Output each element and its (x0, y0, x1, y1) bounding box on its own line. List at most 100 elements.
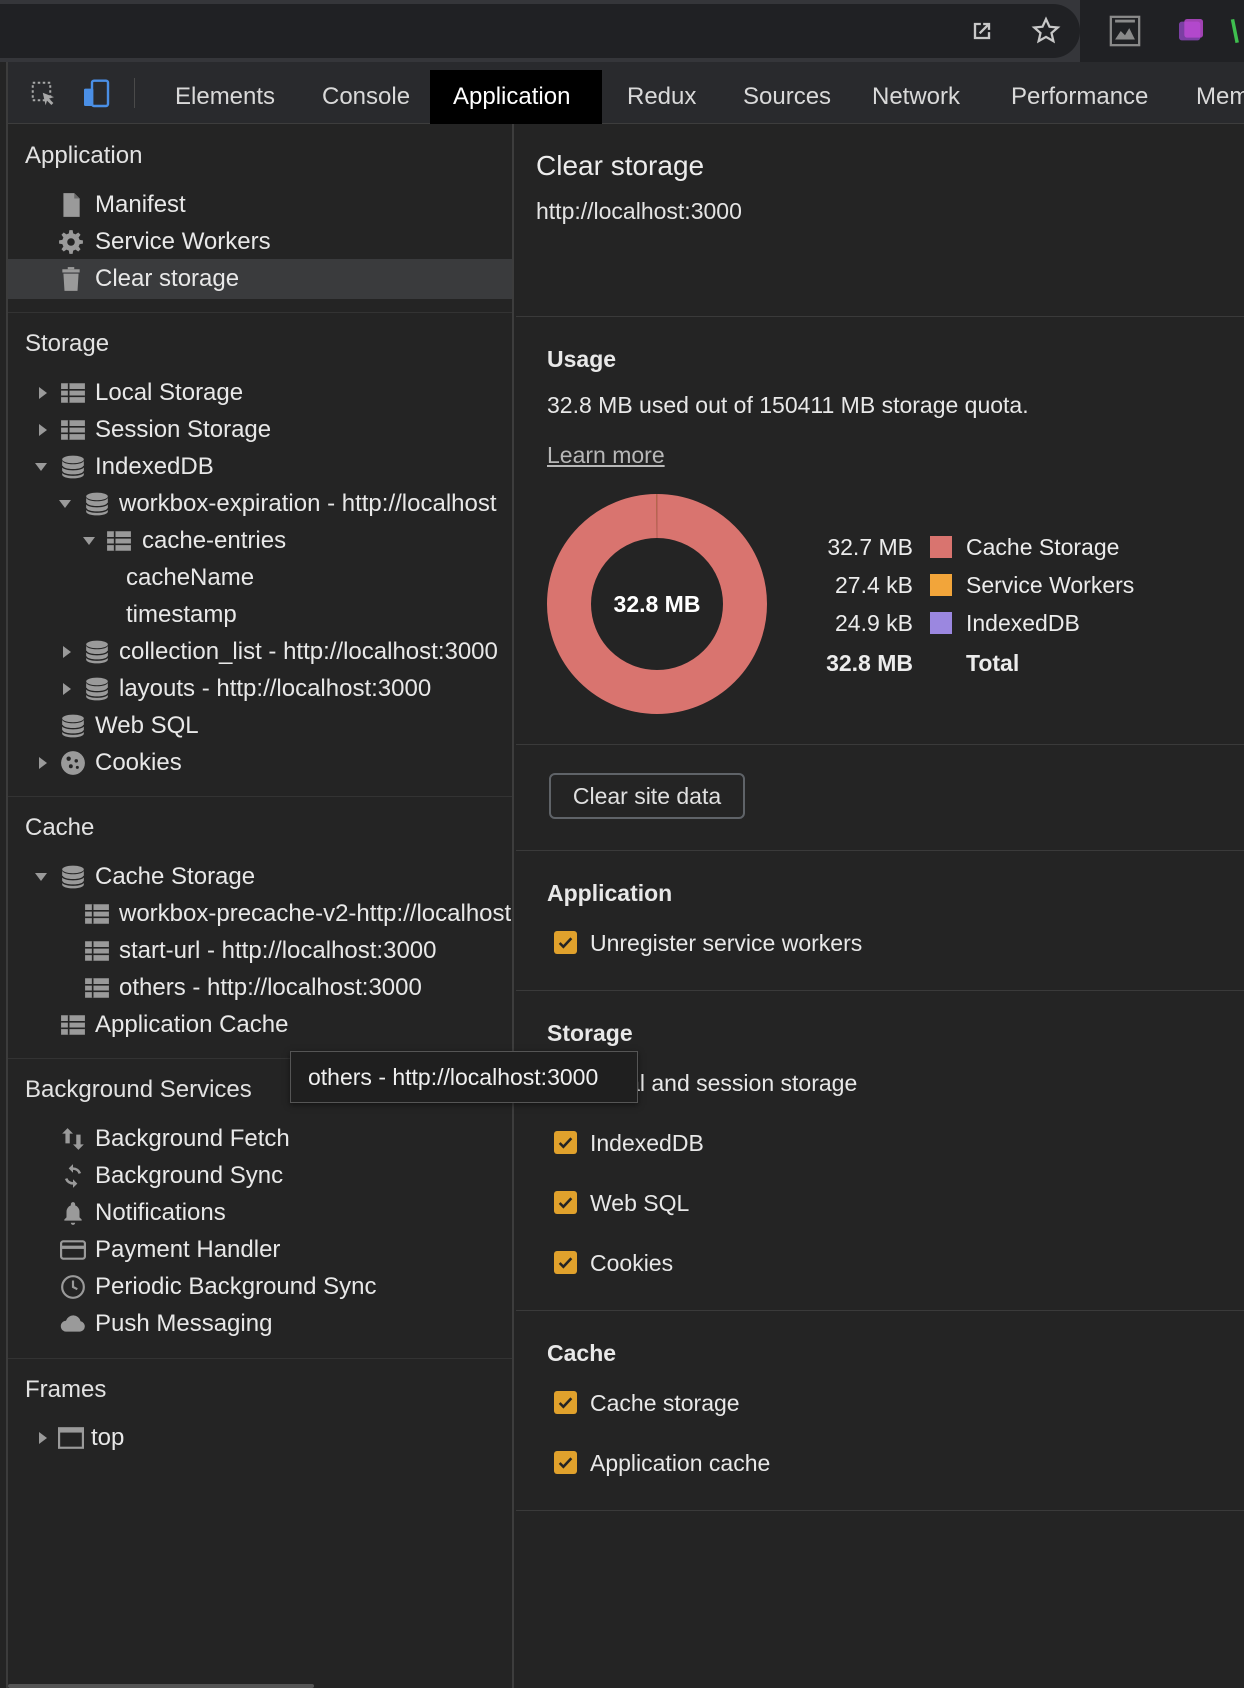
toolbar-separator (134, 78, 135, 108)
checkbox-checked-icon[interactable] (554, 931, 577, 954)
collapse-arrow-icon[interactable] (58, 484, 72, 524)
sidebar-item-clear-storage[interactable]: Clear storage (8, 259, 512, 299)
checkbox-checked-icon[interactable] (554, 1251, 577, 1274)
tab-network[interactable]: Network (849, 70, 983, 124)
open-in-new-icon[interactable] (965, 14, 999, 48)
extension-green-icon[interactable] (1228, 14, 1244, 48)
tab-redux[interactable]: Redux (604, 70, 719, 124)
expand-arrow-icon[interactable] (36, 743, 50, 783)
page-origin: http://localhost:3000 (536, 198, 742, 224)
checkbox-checked-icon[interactable] (554, 1131, 577, 1154)
legend-value: 27.4 kB (835, 572, 913, 598)
cookie-icon (61, 751, 85, 775)
section-divider (8, 1358, 512, 1359)
sidebar-item-cookies[interactable]: Cookies (8, 743, 512, 783)
sidebar-item-cachename[interactable]: cacheName (8, 558, 512, 598)
section-title-frames: Frames (25, 1376, 107, 1403)
sidebar-item-periodic-background-sync[interactable]: Periodic Background Sync (8, 1267, 512, 1307)
table-icon (85, 941, 109, 961)
database-icon (61, 455, 85, 479)
sidebar-item-indexeddb[interactable]: IndexedDB (8, 447, 512, 487)
legend-row-service-workers: 27.4 kB Service Workers (816, 568, 1244, 602)
expand-arrow-icon[interactable] (60, 632, 74, 672)
legend-value: 32.7 MB (827, 534, 913, 560)
sidebar-item-push-messaging[interactable]: Push Messaging (8, 1304, 512, 1344)
sidebar-item-workbox-precache[interactable]: workbox-precache-v2-http://localhost (8, 894, 512, 934)
collapse-arrow-icon[interactable] (34, 447, 48, 487)
learn-more-link[interactable]: Learn more (547, 442, 665, 469)
trash-icon (62, 267, 80, 291)
expand-arrow-icon[interactable] (36, 373, 50, 413)
horizontal-scrollbar[interactable] (8, 1684, 314, 1688)
sidebar-item-cache-entries[interactable]: cache-entries (8, 521, 512, 561)
document-icon (63, 193, 80, 217)
legend-name: Cache Storage (966, 534, 1120, 560)
database-icon (85, 640, 109, 664)
usage-summary: 32.8 MB used out of 150411 MB storage qu… (547, 392, 1029, 418)
page-title: Clear storage (536, 150, 705, 181)
clear-site-data-button[interactable]: Clear site data (549, 773, 745, 819)
sidebar-item-timestamp[interactable]: timestamp (8, 595, 512, 635)
database-icon (85, 492, 109, 516)
sidebar-item-others[interactable]: others - http://localhost:3000 (8, 968, 512, 1008)
sidebar-item-application-cache[interactable]: Application Cache (8, 1005, 512, 1045)
tab-performance[interactable]: Performance (988, 70, 1171, 124)
section-divider (516, 744, 1244, 745)
sidebar-item-payment-handler[interactable]: Payment Handler (8, 1230, 512, 1270)
sidebar-item-layouts[interactable]: layouts - http://localhost:3000 (8, 669, 512, 709)
sidebar-item-background-sync[interactable]: Background Sync (8, 1156, 512, 1196)
database-icon (85, 677, 109, 701)
sidebar-item-cache-storage[interactable]: Cache Storage (8, 857, 512, 897)
expand-arrow-icon[interactable] (36, 1418, 50, 1458)
device-toggle-icon[interactable] (78, 76, 114, 112)
bell-icon (64, 1202, 82, 1225)
extension-icon[interactable] (1108, 14, 1142, 48)
legend-row-cache-storage: 32.7 MB Cache Storage (816, 530, 1244, 564)
database-icon (61, 714, 85, 738)
checkbox-checked-icon[interactable] (554, 1391, 577, 1414)
tab-elements[interactable]: Elements (152, 70, 298, 124)
legend-row-indexeddb: 24.9 kB IndexedDB (816, 606, 1244, 640)
collapse-arrow-icon[interactable] (82, 521, 96, 561)
expand-arrow-icon[interactable] (60, 669, 74, 709)
storage-heading: Storage (547, 1020, 633, 1046)
table-icon (85, 978, 109, 998)
sidebar-item-notifications[interactable]: Notifications (8, 1193, 512, 1233)
tab-sources[interactable]: Sources (720, 70, 854, 124)
sidebar-item-local-storage[interactable]: Local Storage (8, 373, 512, 413)
address-bar[interactable] (0, 4, 1080, 58)
up-down-arrows-icon (62, 1128, 84, 1150)
inspect-element-icon[interactable] (26, 76, 62, 112)
sidebar-item-manifest[interactable]: Manifest (8, 185, 512, 225)
legend-row-total: 32.8 MB Total (816, 646, 1244, 680)
sidebar-item-service-workers[interactable]: Service Workers (8, 222, 512, 262)
sidebar-item-session-storage[interactable]: Session Storage (8, 410, 512, 450)
sidebar-item-workbox-expiration[interactable]: workbox-expiration - http://localhost (8, 484, 512, 524)
sidebar-item-web-sql[interactable]: Web SQL (8, 706, 512, 746)
application-sidebar: Application Manifest Service Workers Cle… (8, 124, 514, 1688)
extension-purple-icon[interactable] (1174, 14, 1208, 48)
cloud-icon (60, 1315, 85, 1332)
usage-donut-chart: 32.8 MB (547, 494, 767, 714)
section-divider (516, 1310, 1244, 1311)
database-icon (61, 865, 85, 889)
table-icon (61, 383, 85, 403)
star-icon[interactable] (1029, 14, 1063, 48)
checkbox-checked-icon[interactable] (554, 1191, 577, 1214)
tab-application[interactable]: Application (430, 70, 602, 124)
section-title-background-services: Background Services (25, 1076, 252, 1103)
tab-console[interactable]: Console (299, 70, 433, 124)
section-divider (8, 796, 512, 797)
sidebar-item-top-frame[interactable]: top (8, 1418, 512, 1458)
devtools-panel: Elements Console Application Redux Sourc… (6, 62, 1244, 1688)
table-icon (61, 1015, 85, 1035)
sidebar-item-background-fetch[interactable]: Background Fetch (8, 1119, 512, 1159)
frame-icon (58, 1427, 84, 1449)
collapse-arrow-icon[interactable] (34, 857, 48, 897)
sidebar-item-start-url[interactable]: start-url - http://localhost:3000 (8, 931, 512, 971)
section-divider (516, 850, 1244, 851)
sidebar-item-collection-list[interactable]: collection_list - http://localhost:3000 (8, 632, 512, 672)
tab-memory[interactable]: Mem (1173, 70, 1244, 124)
expand-arrow-icon[interactable] (36, 410, 50, 450)
checkbox-checked-icon[interactable] (554, 1451, 577, 1474)
